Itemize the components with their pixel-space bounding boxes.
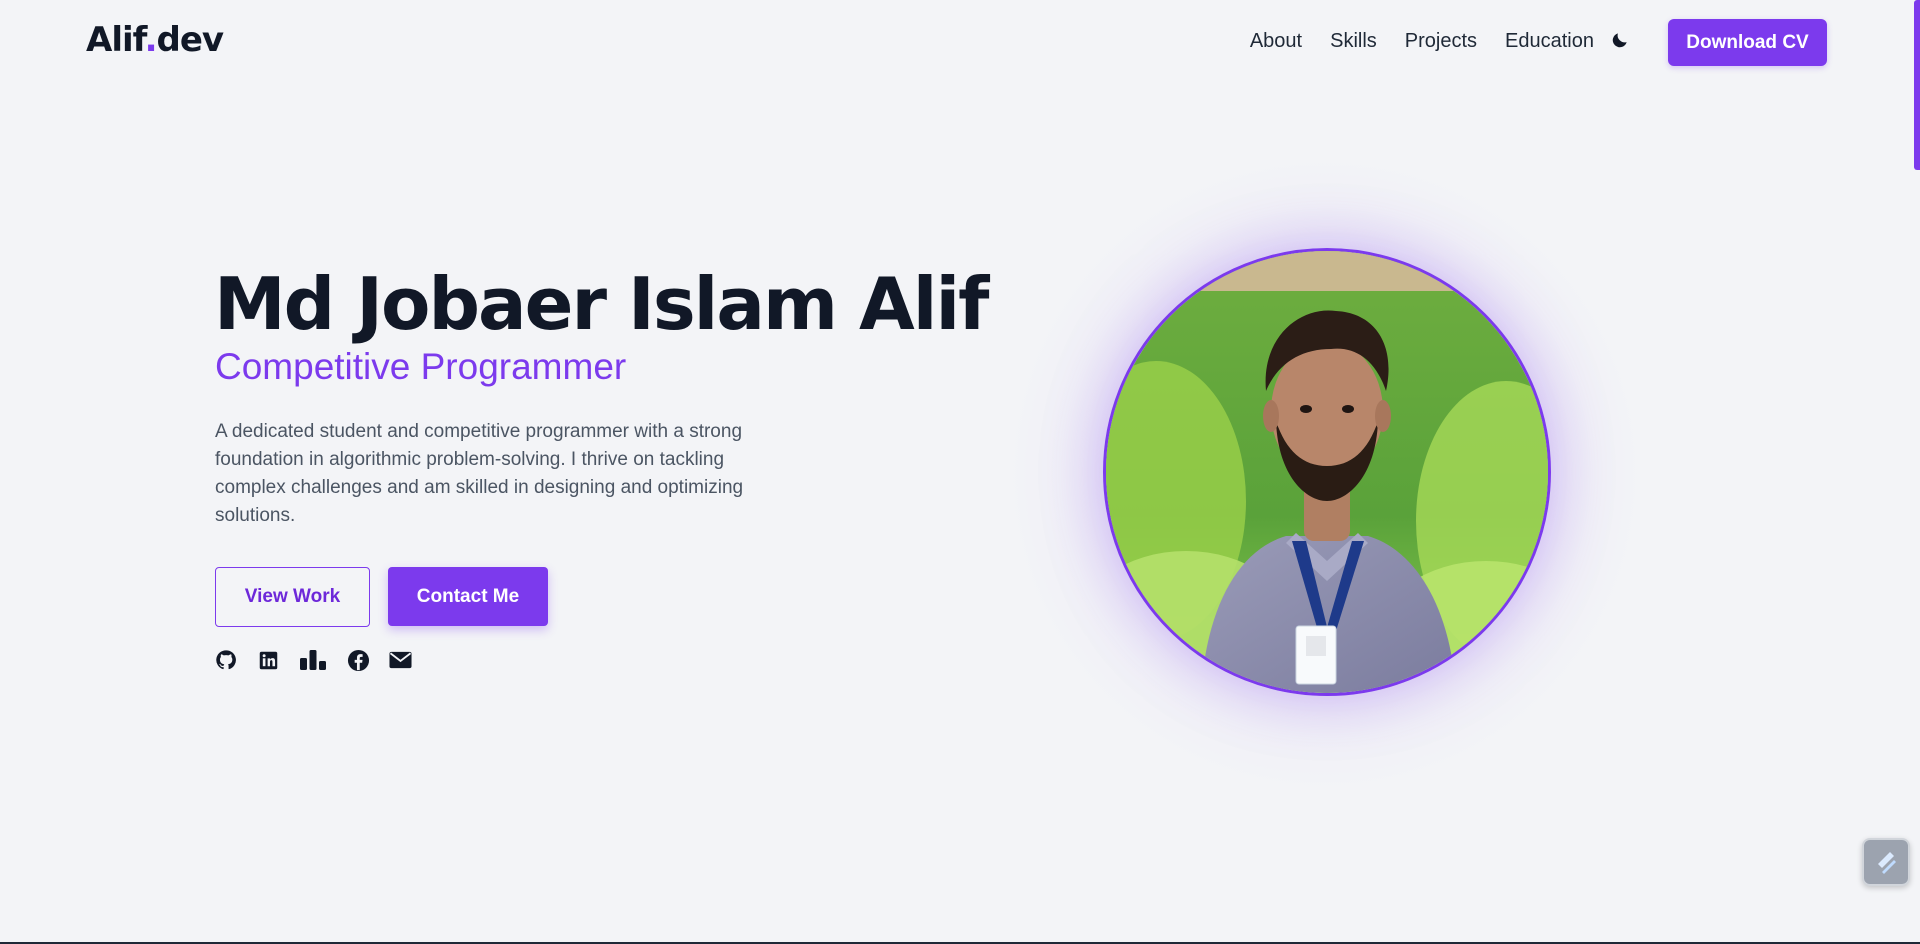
facebook-icon[interactable] xyxy=(346,648,370,672)
nav-skills[interactable]: Skills xyxy=(1330,30,1377,53)
hero-description: A dedicated student and competitive prog… xyxy=(215,421,744,526)
stats-icon[interactable] xyxy=(298,648,328,672)
logo[interactable]: Alif.dev xyxy=(86,20,224,60)
view-work-button[interactable]: View Work xyxy=(215,567,370,627)
nav-about[interactable]: About xyxy=(1250,30,1302,53)
site-header: Alif.dev About Skills Projects Education… xyxy=(0,0,1920,84)
nav-projects[interactable]: Projects xyxy=(1405,30,1477,53)
nav-education[interactable]: Education xyxy=(1505,30,1594,53)
hero-role: Competitive Programmer xyxy=(215,346,627,387)
main-nav: About Skills Projects Education xyxy=(1250,30,1594,53)
feedback-widget[interactable] xyxy=(1862,838,1910,886)
social-links xyxy=(214,648,412,672)
hero-name: Md Jobaer Islam Alif xyxy=(214,262,989,346)
scroll-progress-indicator xyxy=(1914,0,1920,170)
profile-photo xyxy=(1103,248,1551,696)
linkedin-icon[interactable] xyxy=(256,648,280,672)
contact-me-button[interactable]: Contact Me xyxy=(388,567,548,626)
moon-icon[interactable] xyxy=(1608,28,1632,52)
github-icon[interactable] xyxy=(214,648,238,672)
mail-icon[interactable] xyxy=(388,648,412,672)
download-cv-button[interactable]: Download CV xyxy=(1668,19,1827,66)
